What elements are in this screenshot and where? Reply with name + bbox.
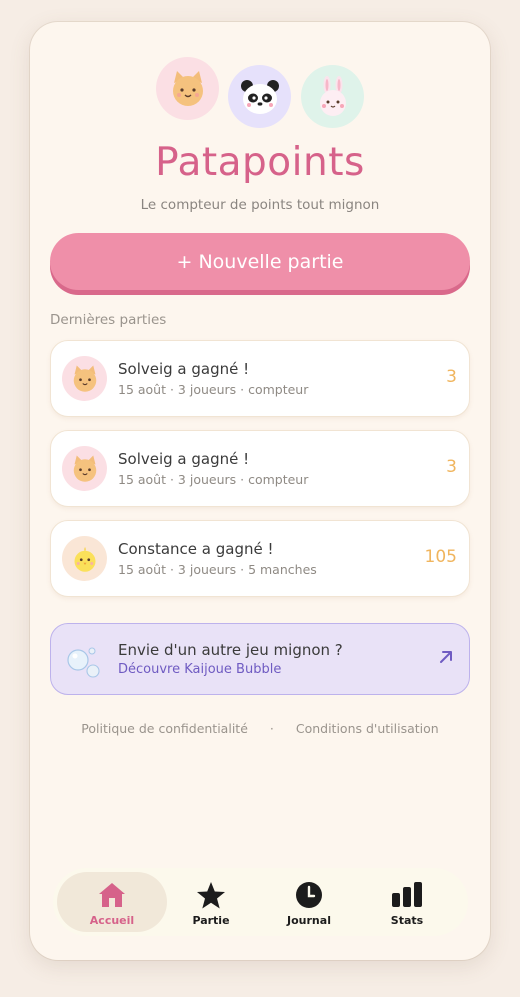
tab-label: Accueil <box>89 914 135 927</box>
privacy-link[interactable]: Politique de confidentialité <box>81 721 248 736</box>
tab-label: Stats <box>390 914 424 927</box>
footer-separator: · <box>269 721 274 736</box>
panda-avatar <box>228 65 291 128</box>
footer-links: Politique de confidentialité · Condition… <box>30 721 490 736</box>
game-meta: 15 août · 3 joueurs · compteur <box>118 382 309 397</box>
star-icon <box>197 882 225 909</box>
cat-face-icon <box>172 70 203 106</box>
chick-face-icon <box>74 546 95 572</box>
tab-journal[interactable]: Journal <box>254 872 364 932</box>
game-winner-text: Constance a gagné ! <box>118 540 274 558</box>
bubbles-icon <box>67 647 100 678</box>
terms-link[interactable]: Conditions d'utilisation <box>296 721 439 736</box>
bunny-avatar <box>301 65 364 128</box>
clock-icon <box>296 882 322 908</box>
tab-label: Partie <box>192 914 230 927</box>
cat-face-icon <box>73 455 96 482</box>
new-game-button[interactable]: + Nouvelle partie <box>50 233 470 290</box>
winner-avatar <box>62 446 107 491</box>
game-score: 3 <box>446 367 457 387</box>
winner-avatar <box>62 536 107 581</box>
app-title: Patapoints <box>155 140 365 185</box>
tab-label: Journal <box>287 914 331 927</box>
tab-game[interactable]: Partie <box>156 872 266 932</box>
promo-title: Envie d'un autre jeu mignon ? <box>118 641 343 659</box>
promo-link[interactable]: Découvre Kaijoue Bubble <box>118 662 281 677</box>
panda-face-icon <box>240 79 279 114</box>
external-arrow-icon <box>440 651 452 663</box>
bar-chart-icon <box>392 882 422 907</box>
game-winner-text: Solveig a gagné ! <box>118 450 250 468</box>
game-card[interactable]: Solveig a gagné ! 15 août · 3 joueurs · … <box>50 340 470 417</box>
game-score: 3 <box>446 457 457 477</box>
tab-stats[interactable]: Stats <box>352 872 462 932</box>
game-card[interactable]: Solveig a gagné ! 15 août · 3 joueurs · … <box>50 430 470 507</box>
winner-avatar <box>62 356 107 401</box>
cat-avatar <box>156 57 219 120</box>
recent-games-heading: Dernières parties <box>50 312 167 328</box>
game-winner-text: Solveig a gagné ! <box>118 360 250 378</box>
promo-card[interactable]: Envie d'un autre jeu mignon ? Découvre K… <box>50 623 470 695</box>
home-icon <box>99 883 125 907</box>
tab-home[interactable]: Accueil <box>57 872 167 932</box>
bunny-face-icon <box>319 75 346 116</box>
game-score: 105 <box>424 547 457 567</box>
app-subtitle: Le compteur de points tout mignon <box>140 197 380 213</box>
bottom-tab-bar: Accueil Partie Journal Stats <box>53 868 468 936</box>
game-card[interactable]: Constance a gagné ! 15 août · 3 joueurs … <box>50 520 470 597</box>
cat-face-icon <box>73 365 96 392</box>
game-meta: 15 août · 3 joueurs · compteur <box>118 472 309 487</box>
game-meta: 15 août · 3 joueurs · 5 manches <box>118 562 317 577</box>
app-screen: Patapoints Le compteur de points tout mi… <box>30 22 490 960</box>
header-avatars <box>30 57 490 128</box>
